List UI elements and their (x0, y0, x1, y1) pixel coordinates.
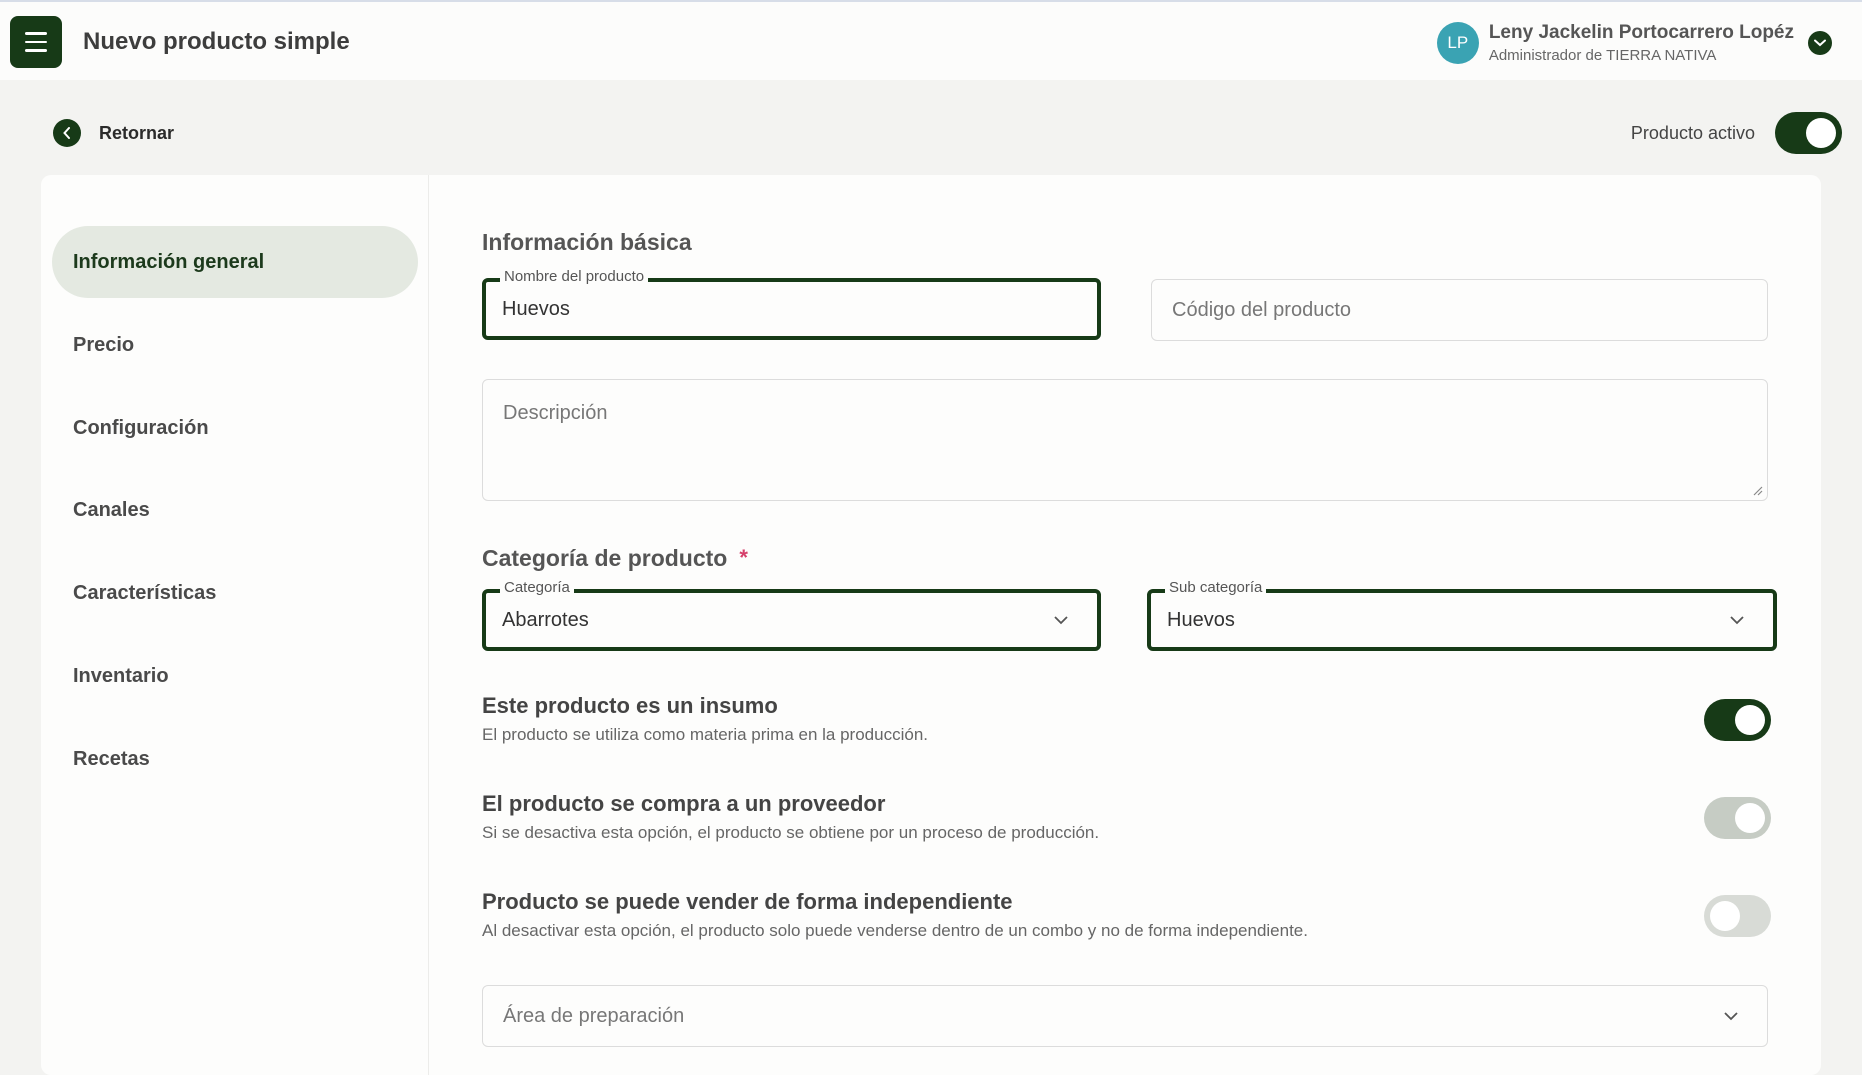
hamburger-icon (25, 32, 47, 35)
option-proveedor-title: El producto se compra a un proveedor (482, 791, 886, 816)
nav-item-informacion-general[interactable]: Información general (52, 226, 418, 298)
top-bar: Nuevo producto simple LP Leny Jackelin P… (0, 0, 1862, 80)
nav-item-precio[interactable]: Precio (52, 309, 418, 381)
product-code-input[interactable]: Código del producto (1151, 279, 1768, 341)
category-select[interactable]: Categoría Abarrotes (482, 579, 1101, 651)
chevron-down-icon (1054, 616, 1068, 625)
subcategory-select[interactable]: Sub categoría Huevos (1147, 579, 1777, 651)
avatar: LP (1436, 22, 1479, 64)
product-active-control: Producto activo (1631, 112, 1842, 154)
category-value: Abarrotes (502, 608, 589, 631)
back-label: Retornar (99, 122, 175, 143)
option-independiente-title: Producto se puede vender de forma indepe… (482, 889, 1013, 914)
product-active-label: Producto activo (1630, 122, 1755, 143)
chevron-down-icon[interactable] (1808, 31, 1832, 55)
nav-item-caracteristicas[interactable]: Características (52, 557, 418, 629)
description-placeholder: Descripción (503, 402, 608, 424)
back-link[interactable]: Retornar (53, 119, 174, 147)
page-title: Nuevo producto simple (83, 28, 350, 55)
prep-area-placeholder: Área de preparación (503, 1004, 685, 1027)
nav-item-configuracion[interactable]: Configuración (52, 392, 418, 464)
independiente-toggle[interactable] (1704, 895, 1771, 937)
product-name-value: Huevos (502, 297, 570, 320)
option-independiente-description: Al desactivar esta opción, el producto s… (482, 921, 1308, 940)
nav-item-canales[interactable]: Canales (52, 474, 418, 546)
option-proveedor-description: Si se desactiva esta opción, el producto… (482, 823, 1100, 842)
chevron-down-icon (1730, 616, 1744, 625)
nav-item-recetas[interactable]: Recetas (52, 723, 418, 795)
product-active-toggle[interactable] (1775, 112, 1842, 154)
prep-area-select[interactable]: Área de preparación (482, 985, 1768, 1047)
user-role: Administrador de TIERRA NATIVA (1488, 47, 1717, 64)
user-menu[interactable]: LP Leny Jackelin Portocarrero Lopéz Admi… (1436, 22, 1832, 64)
product-name-label: Nombre del producto (500, 268, 649, 285)
proveedor-toggle[interactable] (1704, 797, 1771, 839)
user-name: Leny Jackelin Portocarrero Lopéz (1488, 22, 1794, 43)
basic-info-title: Información básica (482, 229, 692, 255)
chevron-down-icon (1724, 1012, 1738, 1021)
insumo-toggle[interactable] (1704, 699, 1771, 741)
category-label: Categoría (500, 579, 574, 596)
category-section-title: Categoría de producto * (482, 545, 748, 571)
menu-button[interactable] (10, 16, 62, 68)
option-insumo-description: El producto se utiliza como materia prim… (482, 725, 928, 744)
description-textarea[interactable]: Descripción (482, 379, 1768, 501)
resize-grip-icon[interactable] (1751, 484, 1763, 496)
section-nav: Información general Precio Configuración… (41, 175, 429, 1075)
chevron-left-icon (53, 119, 81, 147)
main-card: Información general Precio Configuración… (41, 175, 1821, 1075)
subcategory-value: Huevos (1167, 608, 1235, 631)
product-code-placeholder: Código del producto (1172, 298, 1352, 321)
subcategory-label: Sub categoría (1165, 579, 1267, 596)
nav-item-inventario[interactable]: Inventario (52, 640, 418, 712)
product-name-field[interactable]: Nombre del producto Huevos (482, 268, 1101, 340)
required-asterisk: * (739, 545, 748, 570)
option-insumo-title: Este producto es un insumo (482, 693, 778, 718)
